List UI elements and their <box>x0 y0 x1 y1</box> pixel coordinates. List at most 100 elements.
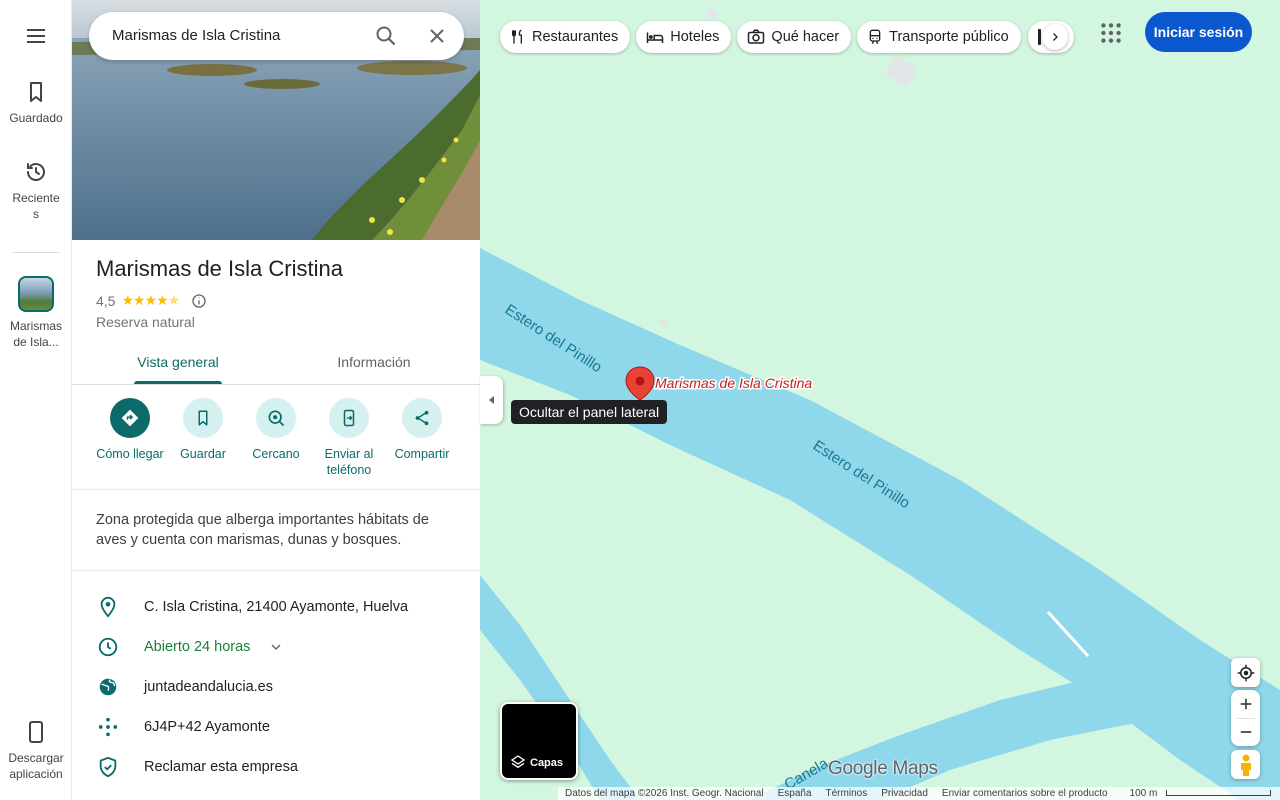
place-category[interactable]: Reserva natural <box>96 314 195 330</box>
chip-things-to-do[interactable]: Qué hacer <box>737 21 852 53</box>
my-location-button[interactable] <box>1231 658 1260 687</box>
half-star-icon: ★ <box>167 292 181 308</box>
recents-label: Reciente s <box>12 191 60 221</box>
send-to-phone-label: Enviar al teléfono <box>324 447 374 477</box>
place-description: Zona protegida que alberga importantes h… <box>96 512 429 548</box>
recents-button[interactable]: Reciente s <box>0 160 72 222</box>
bookmark-icon <box>183 398 223 438</box>
pluscode-row[interactable]: 6J4P+42 Ayamonte <box>72 707 480 747</box>
recent-place-button[interactable]: Marismas de Isla... <box>0 276 72 350</box>
place-thumbnail <box>18 276 54 312</box>
chevron-right-icon <box>1042 24 1068 50</box>
save-button[interactable]: Guardar <box>163 398 243 462</box>
caret-left-icon <box>488 396 494 404</box>
location-pin-icon <box>100 596 116 618</box>
share-icon <box>402 398 442 438</box>
street-view-pegman[interactable] <box>1231 750 1260 779</box>
chip-overflow-edge <box>1038 29 1041 45</box>
layers-icon <box>510 755 526 769</box>
place-title: Marismas de Isla Cristina <box>96 256 343 281</box>
rating-row[interactable]: 4,5 ★★★★★ <box>96 292 207 309</box>
recent-place-label: Marismas de Isla... <box>9 319 62 349</box>
train-icon <box>869 29 881 44</box>
tab-overview[interactable]: Vista general <box>122 340 234 384</box>
apps-grid-icon[interactable] <box>1098 20 1124 46</box>
phone-icon <box>29 721 43 743</box>
hours-row[interactable]: Abierto 24 horas <box>72 627 480 667</box>
map-footer: Datos del mapa ©2026 Inst. Geogr. Nacion… <box>558 787 1280 800</box>
close-icon[interactable] <box>425 24 449 48</box>
chip-hotels-label: Hoteles <box>670 29 720 45</box>
footer-country[interactable]: España <box>771 788 819 799</box>
footer-terms[interactable]: Términos <box>819 788 875 799</box>
chevron-down-icon[interactable] <box>268 639 284 655</box>
chip-hotels[interactable]: Hoteles <box>636 21 732 53</box>
camera-icon <box>748 29 765 44</box>
scale-bar <box>1166 790 1272 797</box>
action-buttons: Cómo llegar Guardar Cercano Enviar al te… <box>72 398 480 490</box>
address-text: C. Isla Cristina, 21400 Ayamonte, Huelva <box>144 599 409 615</box>
pin-label[interactable]: Marismas de Isla Cristina <box>654 374 814 393</box>
menu-icon <box>27 29 45 43</box>
scale-control[interactable]: 100 m <box>1115 788 1279 799</box>
address-row[interactable]: C. Isla Cristina, 21400 Ayamonte, Huelva <box>72 587 480 627</box>
search-box[interactable]: Marismas de Isla Cristina <box>89 12 464 60</box>
google-maps-logo: Google Maps <box>828 758 938 779</box>
save-label: Guardar <box>180 447 226 461</box>
nearby-button[interactable]: Cercano <box>236 398 316 462</box>
directions-button[interactable]: Cómo llegar <box>90 398 170 462</box>
shield-check-icon <box>99 756 117 778</box>
send-to-phone-button[interactable]: Enviar al teléfono <box>309 398 389 478</box>
tab-information[interactable]: Información <box>318 340 430 384</box>
search-input[interactable]: Marismas de Isla Cristina <box>112 12 280 60</box>
download-app-button[interactable]: Descargar aplicación <box>0 720 72 782</box>
my-location-icon <box>1237 664 1254 681</box>
download-label: Descargar aplicación <box>8 751 64 781</box>
footer-feedback[interactable]: Enviar comentarios sobre el producto <box>935 788 1115 799</box>
rail-divider <box>12 252 60 253</box>
zoom-in-button[interactable] <box>1239 691 1253 718</box>
rating-value: 4,5 <box>96 292 116 309</box>
footer-privacy[interactable]: Privacidad <box>874 788 935 799</box>
website-row[interactable]: juntadeandalucia.es <box>72 667 480 707</box>
chips-next-button[interactable] <box>1028 21 1074 53</box>
place-tabs: Vista general Información <box>72 340 480 385</box>
pegman-icon <box>1240 754 1251 776</box>
chip-transit[interactable]: Transporte público <box>857 21 1021 53</box>
send-to-phone-icon <box>329 398 369 438</box>
saved-button[interactable]: Guardado <box>0 80 72 126</box>
directions-label: Cómo llegar <box>96 447 164 461</box>
saved-label: Guardado <box>9 111 63 125</box>
hotel-bed-icon <box>647 32 664 43</box>
restaurant-icon <box>512 29 522 44</box>
collapse-panel-button[interactable] <box>480 376 503 424</box>
collapse-tooltip: Ocultar el panel lateral <box>511 400 668 424</box>
bookmark-icon <box>30 82 42 102</box>
globe-icon <box>99 678 117 696</box>
share-label: Compartir <box>394 447 450 461</box>
clock-icon <box>98 637 118 657</box>
menu-button[interactable] <box>0 24 72 54</box>
info-icon[interactable] <box>191 293 207 309</box>
hours-text: Abierto 24 horas <box>144 639 251 655</box>
claim-text: Reclamar esta empresa <box>144 759 298 775</box>
nearby-label: Cercano <box>252 447 300 461</box>
rating-stars: ★★★★★ <box>121 292 181 309</box>
zoom-out-button[interactable] <box>1239 719 1253 746</box>
plus-icon <box>1240 698 1251 710</box>
search-icon[interactable] <box>374 24 398 48</box>
sign-in-button[interactable]: Iniciar sesión <box>1145 12 1252 52</box>
chip-things-to-do-label: Qué hacer <box>771 29 840 45</box>
stars-full: ★★★★ <box>121 292 168 308</box>
minus-icon <box>1240 731 1251 733</box>
directions-icon <box>110 398 150 438</box>
layers-button[interactable]: Capas <box>500 702 578 780</box>
place-panel: Marismas de Isla Cristina 4,5 ★★★★★ Rese… <box>72 0 480 800</box>
chip-restaurants-label: Restaurantes <box>532 29 619 45</box>
website-link[interactable]: juntadeandalucia.es <box>144 679 273 695</box>
category-chips: Restaurantes Hoteles Qué hacer Transport… <box>500 21 1021 53</box>
chip-transit-label: Transporte público <box>889 29 1009 45</box>
claim-row[interactable]: Reclamar esta empresa <box>72 747 480 787</box>
chip-restaurants[interactable]: Restaurantes <box>500 21 631 53</box>
share-button[interactable]: Compartir <box>382 398 462 462</box>
